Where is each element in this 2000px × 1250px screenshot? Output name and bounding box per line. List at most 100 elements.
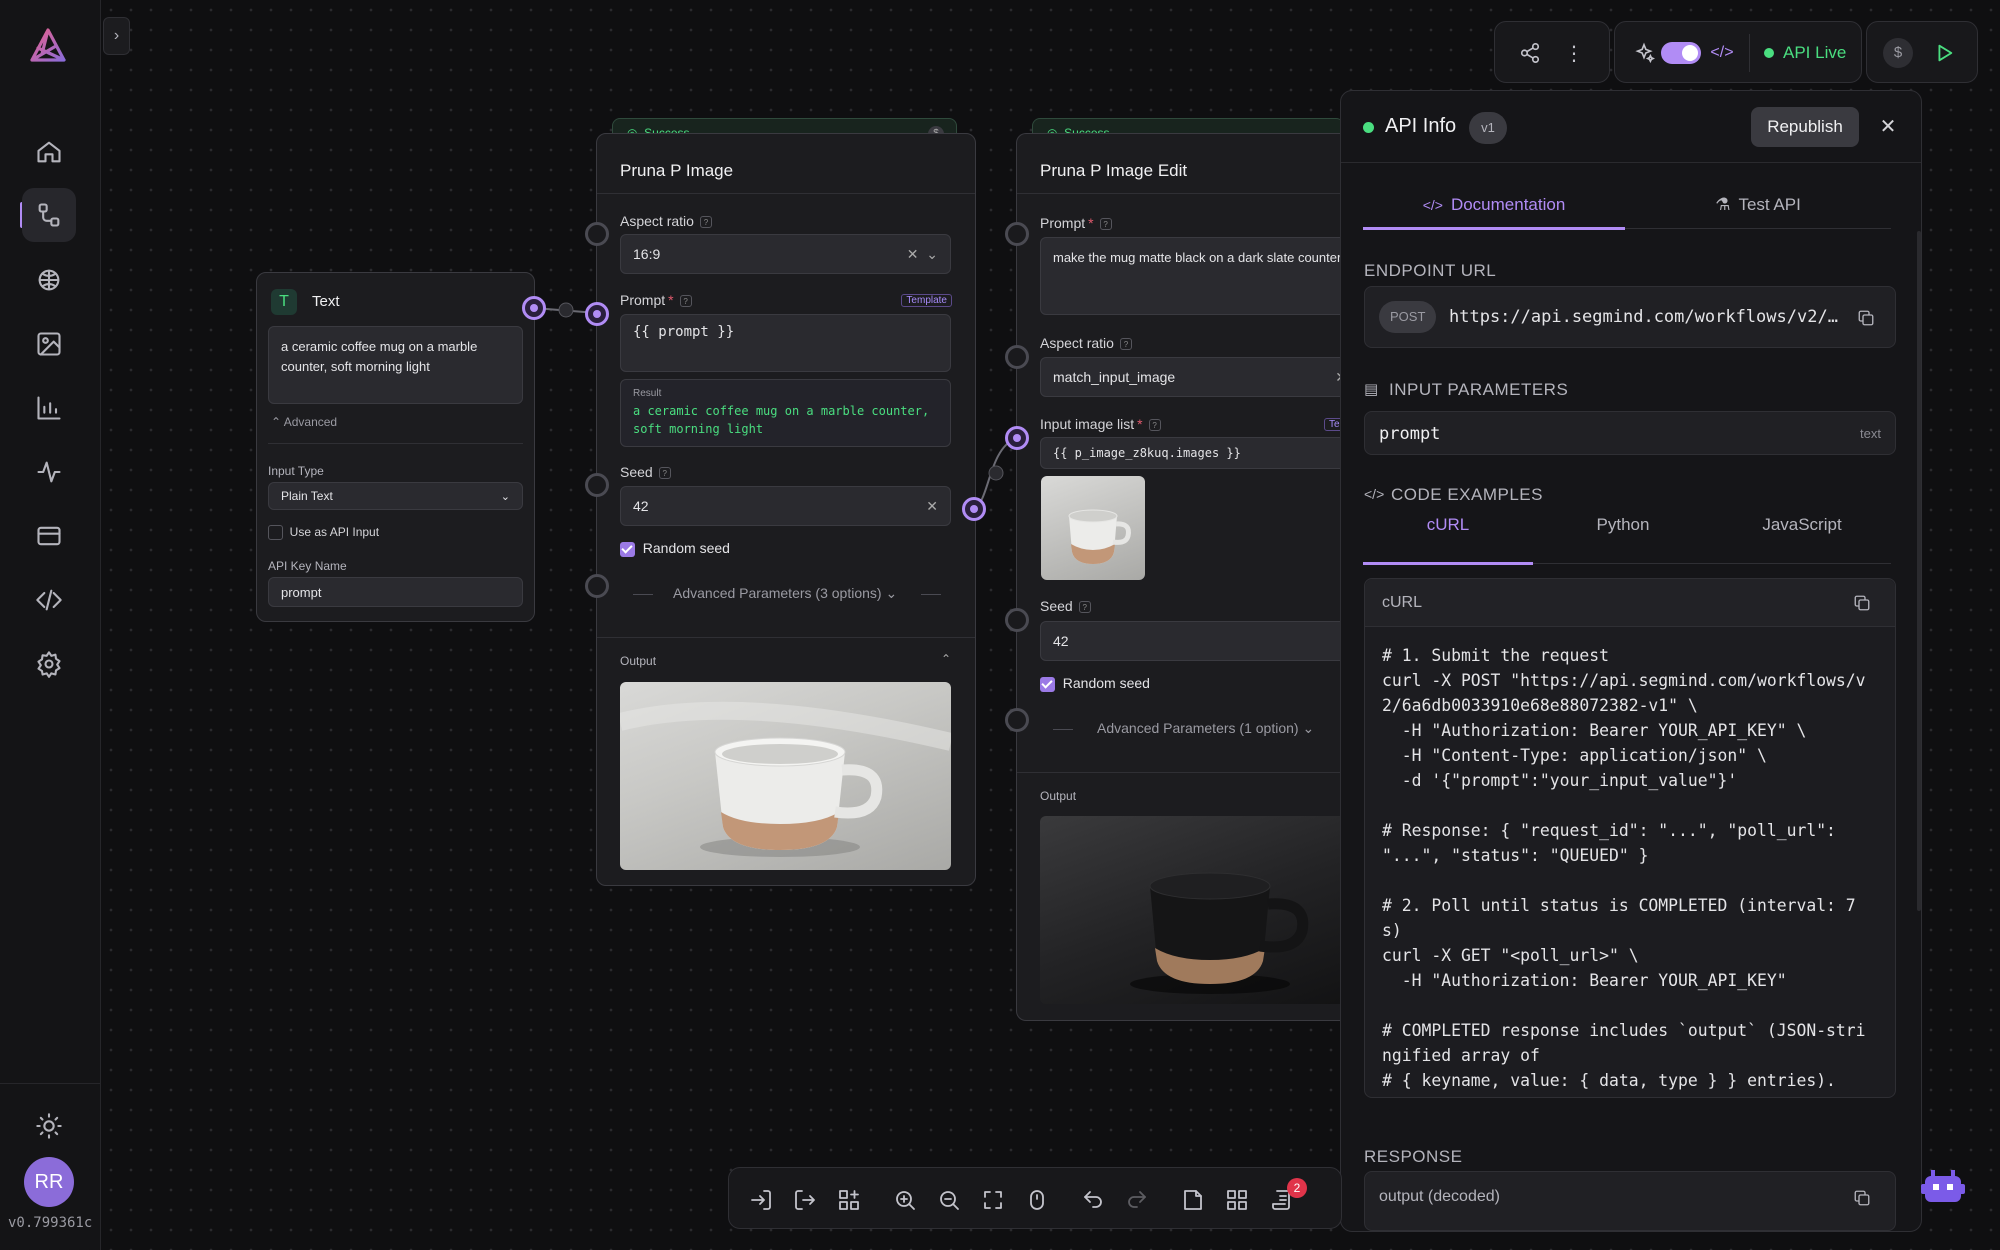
undo-icon[interactable] [1081,1188,1105,1212]
text-value-input[interactable]: a ceramic coffee mug on a marble counter… [268,326,523,404]
edit-advanced-port[interactable] [1005,708,1029,732]
close-icon[interactable]: ✕ [1873,109,1903,145]
seed-port[interactable] [585,473,609,497]
code-tab-python[interactable]: Python [1533,495,1713,555]
code-tab-javascript[interactable]: JavaScript [1713,495,1891,555]
code-line: ngified array of [1382,1046,1540,1065]
pruna-image-node[interactable]: Pruna P Image Aspect ratio? 16:9 ✕ ⌄ Prom… [596,133,976,886]
response-header: output (decoded) [1379,1188,1500,1205]
input-type-select[interactable]: Plain Text ⌄ [268,482,523,510]
aspect-ratio-port[interactable] [585,222,609,246]
edit-prompt-port[interactable] [1005,222,1029,246]
copy-icon[interactable] [1853,593,1871,613]
grid-icon[interactable] [1225,1188,1249,1212]
canvas-toolbar: 2 [728,1167,1342,1229]
param-type: text [1860,426,1881,441]
edit-advanced-params-toggle[interactable]: Advanced Parameters (1 option) ⌄ [1097,720,1314,737]
edit-output-label: Output [1040,789,1077,803]
text-node[interactable]: T Text a ceramic coffee mug on a marble … [256,272,535,622]
random-seed-checkbox[interactable] [620,541,635,557]
use-api-input-row[interactable]: Use as API Input [268,525,380,541]
chevron-up-icon[interactable]: ⌃ [941,652,951,666]
live-dot-icon [1363,122,1374,133]
use-api-label: Use as API Input [289,525,380,539]
tab-test-api[interactable]: ⚗ Test API [1625,175,1891,235]
edit-seed-input[interactable]: 42 [1040,621,1360,661]
advanced-toggle[interactable]: ⌃ Advanced [271,415,337,429]
use-api-checkbox[interactable] [268,525,283,541]
edit-aspect-select[interactable]: match_input_image✕ [1040,357,1360,397]
clear-icon[interactable]: ✕ ⌄ [907,246,938,263]
export-icon[interactable] [793,1188,817,1212]
text-output-port[interactable] [522,296,546,320]
aspect-ratio-value: 16:9 [633,246,661,262]
help-icon: ? [1148,419,1161,432]
advanced-label: Advanced [283,415,338,429]
redo-icon[interactable] [1125,1188,1149,1212]
share-icon[interactable] [1513,22,1547,84]
text-node-title: Text [312,293,340,310]
advanced-params-toggle[interactable]: Advanced Parameters (3 options) ⌄ [673,585,897,602]
add-node-icon[interactable] [837,1188,861,1212]
zoom-in-icon[interactable] [893,1188,917,1212]
mode-toggle[interactable] [1661,42,1701,64]
play-icon[interactable] [1927,22,1961,84]
image-list-port[interactable] [1005,426,1029,450]
edit-prompt-input[interactable]: make the mug matte black on a dark slate… [1040,237,1360,315]
code-block: cURL # 1. Submit the request curl -X POST… [1364,578,1896,1098]
edit-aspect-value: match_input_image [1053,369,1176,385]
republish-button[interactable]: Republish [1751,107,1859,147]
prompt-input-port[interactable] [585,302,609,326]
mouse-icon[interactable] [1025,1188,1049,1212]
import-icon[interactable] [749,1188,773,1212]
code-content[interactable]: # 1. Submit the request curl -X POST "htt… [1382,643,1866,1093]
chevron-down-icon: ⌄ [1302,720,1315,736]
output-image-white-mug[interactable] [620,682,951,870]
input-image-thumbnail[interactable] [1041,476,1145,580]
toolbar-divider [1749,34,1750,72]
api-live-status[interactable]: API Live [1764,22,1846,84]
prompt-input[interactable]: {{ prompt }} [620,314,951,372]
image-list-input[interactable]: {{ p_image_z8kuq.images }} [1040,437,1360,469]
image-output-port[interactable] [962,497,986,521]
advanced-port[interactable] [585,574,609,598]
tab-documentation[interactable]: </> Documentation [1363,175,1625,235]
api-key-input[interactable]: prompt [268,577,523,607]
chevron-down-icon: ⌄ [885,585,898,601]
code-block-header: cURL [1365,579,1895,627]
edit-seed-port[interactable] [1005,608,1029,632]
code-line: # 2. Poll until status is COMPLETED (int… [1382,896,1856,915]
active-code-tab-indicator [1363,562,1533,565]
code-line: "...", "status": "QUEUED" } [1382,846,1649,865]
edit-random-seed-row[interactable]: Random seed [1040,675,1150,692]
fit-view-icon[interactable] [981,1188,1005,1212]
copy-icon[interactable] [1857,308,1875,328]
aspect-ratio-select[interactable]: 16:9 ✕ ⌄ [620,234,951,274]
cost-icon[interactable]: $ [1883,38,1913,68]
toggle-knob [1682,45,1698,61]
output-image-black-mug[interactable] [1040,816,1360,1004]
edit-random-seed-checkbox[interactable] [1040,676,1055,692]
pruna-image-edit-node[interactable]: Pruna P Image Edit Prompt *? make the mug… [1016,133,1360,1021]
live-dot-icon [1764,48,1774,58]
note-icon[interactable] [1181,1188,1205,1212]
code-icon[interactable]: </> [1707,22,1737,84]
clear-icon[interactable]: ✕ [926,498,938,515]
api-key-label: API Key Name [268,559,347,573]
panel-scrollbar[interactable] [1917,231,1921,911]
response-section-label: RESPONSE [1364,1147,1463,1166]
assistant-bot-icon[interactable] [1921,1168,1965,1208]
random-seed-row[interactable]: Random seed [620,540,730,557]
sparkles-icon[interactable] [1629,22,1659,84]
app-root: RR v0.799361c › T Text a ceramic coffee … [0,0,2000,1250]
endpoint-box: POST https://api.segmind.com/workflows/v… [1364,286,1896,348]
adv-divider-right [921,594,941,595]
more-vertical-icon[interactable]: ⋮ [1557,22,1591,84]
seed-input[interactable]: 42 ✕ [620,486,951,526]
edit-aspect-port[interactable] [1005,345,1029,369]
copy-icon[interactable] [1853,1188,1871,1208]
zoom-out-icon[interactable] [937,1188,961,1212]
edit-random-seed-label: Random seed [1062,675,1150,691]
endpoint-url[interactable]: https://api.segmind.com/workflows/v2/… [1449,307,1838,327]
code-tab-curl[interactable]: cURL [1363,495,1533,555]
